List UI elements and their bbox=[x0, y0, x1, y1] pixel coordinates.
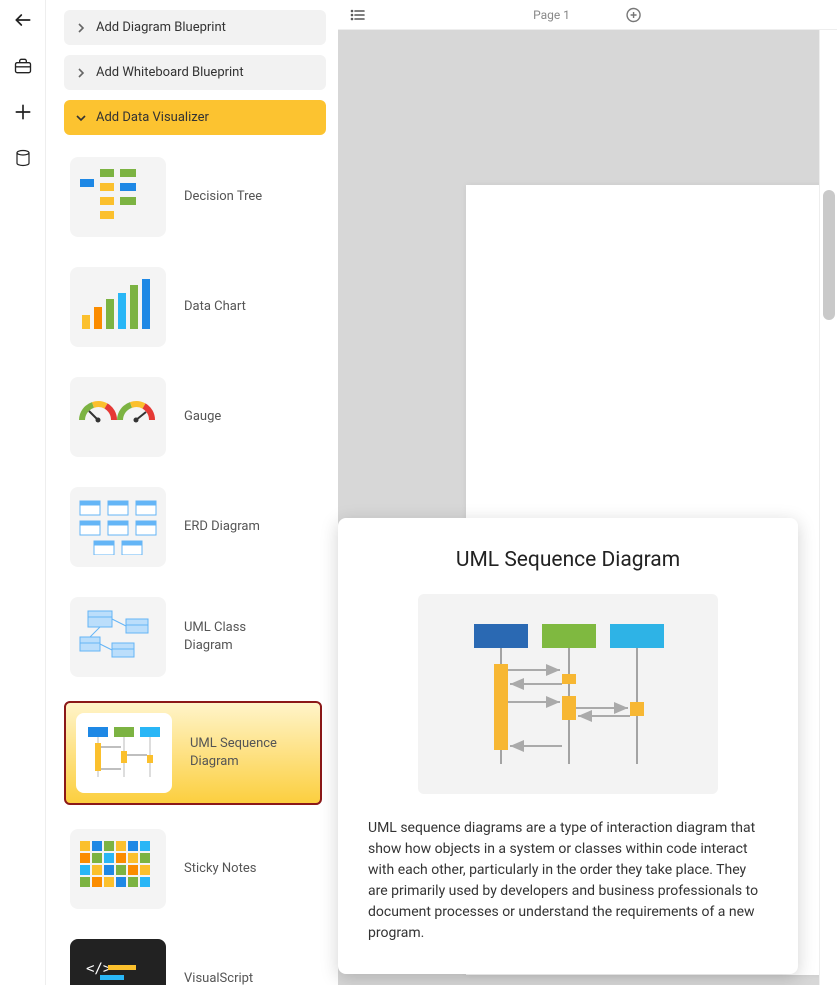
popover-title: UML Sequence Diagram bbox=[368, 548, 768, 572]
viz-label: UML Sequence Diagram bbox=[190, 735, 300, 771]
viz-item-visualscript[interactable]: </> VisualScript bbox=[64, 933, 322, 985]
viz-label: Gauge bbox=[184, 408, 221, 426]
accordion-label: Add Data Visualizer bbox=[96, 110, 209, 125]
accordion-diagram-blueprint[interactable]: Add Diagram Blueprint bbox=[64, 10, 326, 45]
viz-item-gauge[interactable]: Gauge bbox=[64, 371, 322, 463]
accordion-whiteboard-blueprint[interactable]: Add Whiteboard Blueprint bbox=[64, 55, 326, 90]
canvas-scrollbar[interactable] bbox=[819, 30, 837, 985]
sidebar-panel: Add Diagram Blueprint Add Whiteboard Blu… bbox=[46, 0, 338, 985]
chevron-right-icon bbox=[76, 23, 88, 33]
popover-figure bbox=[418, 594, 718, 794]
viz-item-decision-tree[interactable]: Decision Tree bbox=[64, 151, 322, 243]
accordion-label: Add Whiteboard Blueprint bbox=[96, 65, 244, 80]
viz-label: UML Class Diagram bbox=[184, 619, 294, 655]
viz-thumb-gauge bbox=[70, 377, 166, 457]
viz-thumb-visualscript: </> bbox=[70, 939, 166, 985]
accordion-label: Add Diagram Blueprint bbox=[96, 20, 226, 35]
visualizer-popover: UML Sequence Diagram bbox=[338, 518, 798, 974]
add-page-icon[interactable] bbox=[626, 7, 642, 23]
chevron-right-icon bbox=[76, 68, 88, 78]
svg-text:</>: </> bbox=[86, 961, 111, 977]
page-list-icon[interactable] bbox=[350, 7, 366, 23]
accordion-data-visualizer[interactable]: Add Data Visualizer bbox=[64, 100, 326, 135]
back-arrow-icon[interactable] bbox=[11, 8, 35, 32]
viz-item-sticky-notes[interactable]: Sticky Notes bbox=[64, 823, 322, 915]
viz-thumb-sticky-notes bbox=[70, 829, 166, 909]
viz-label: Data Chart bbox=[184, 298, 246, 316]
popover-description: UML sequence diagrams are a type of inte… bbox=[368, 818, 768, 944]
plus-icon[interactable] bbox=[11, 100, 35, 124]
viz-item-data-chart[interactable]: Data Chart bbox=[64, 261, 322, 353]
viz-label: Sticky Notes bbox=[184, 860, 256, 878]
viz-item-uml-sequence[interactable]: UML Sequence Diagram bbox=[64, 701, 322, 805]
visualizer-list: Decision Tree Data Chart bbox=[64, 151, 326, 985]
viz-item-uml-class[interactable]: UML Class Diagram bbox=[64, 591, 322, 683]
chevron-down-icon bbox=[76, 113, 88, 123]
viz-item-erd-diagram[interactable]: ERD Diagram bbox=[64, 481, 322, 573]
briefcase-icon[interactable] bbox=[11, 54, 35, 78]
left-icon-rail bbox=[0, 0, 46, 985]
viz-thumb-data-chart bbox=[70, 267, 166, 347]
viz-label: ERD Diagram bbox=[184, 518, 260, 536]
viz-label: Decision Tree bbox=[184, 188, 262, 206]
scrollbar-thumb[interactable] bbox=[823, 190, 835, 320]
viz-thumb-decision-tree bbox=[70, 157, 166, 237]
viz-thumb-uml-sequence bbox=[76, 713, 172, 793]
database-icon[interactable] bbox=[11, 146, 35, 170]
viz-label: VisualScript bbox=[184, 970, 253, 985]
viz-thumb-erd bbox=[70, 487, 166, 567]
viz-thumb-uml-class bbox=[70, 597, 166, 677]
canvas-topbar: Page 1 bbox=[338, 0, 837, 30]
page-tab[interactable]: Page 1 bbox=[533, 8, 570, 22]
